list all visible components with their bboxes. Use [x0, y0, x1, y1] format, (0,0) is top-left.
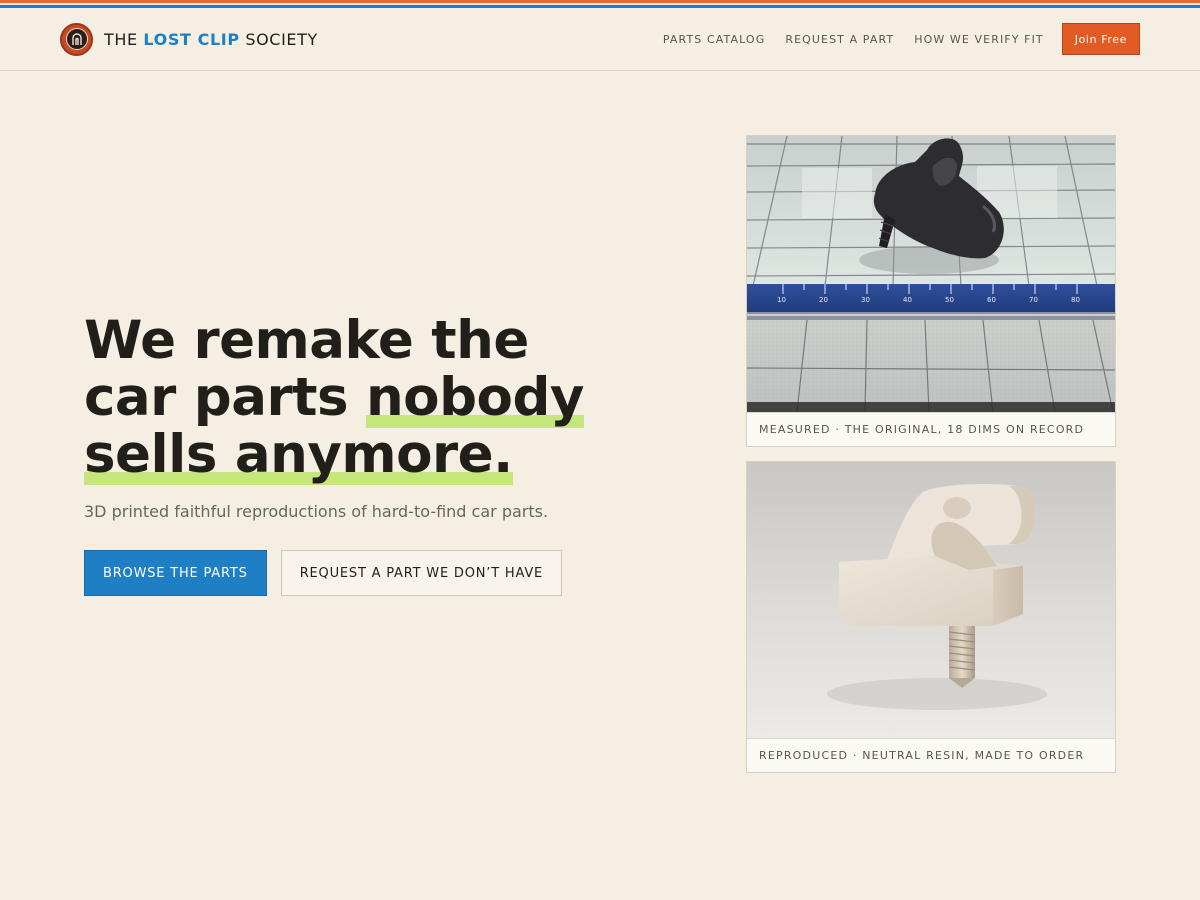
measured-caption: MEASURED · THE ORIGINAL, 18 DIMS ON RECO… [747, 412, 1115, 446]
headline-line-2-text: car parts [84, 367, 366, 428]
headline-line-2: car parts nobody [84, 367, 644, 428]
reproduced-resin-photo [747, 462, 1115, 738]
brand-prefix: THE [104, 29, 144, 49]
top-color-stripe [0, 0, 1200, 8]
brand-wordmark: THE LOST CLIP SOCIETY [104, 30, 318, 49]
nav-parts-catalog[interactable]: PARTS CATALOG [663, 33, 765, 46]
main-nav: PARTS CATALOG REQUEST A PART HOW WE VERI… [663, 23, 1140, 55]
hero-subtitle: 3D printed faithful reproductions of har… [84, 502, 549, 521]
ruler-number-60: 60 [987, 296, 996, 304]
ruler-number-40: 40 [903, 296, 912, 304]
join-free-button[interactable]: Join Free [1061, 23, 1140, 55]
ruler-number-50: 50 [945, 296, 954, 304]
hero-cta-row: BROWSE THE PARTS REQUEST A PART WE DON’T… [84, 550, 644, 596]
hero-headline: We remake the car parts nobody sells any… [84, 310, 644, 485]
request-part-button[interactable]: REQUEST A PART WE DON’T HAVE [280, 550, 563, 596]
clip-emblem-icon [60, 22, 93, 56]
brand-suffix: SOCIETY [239, 29, 318, 49]
ruler-number-30: 30 [861, 296, 870, 304]
ruler-number-10: 10 [777, 296, 786, 304]
browse-parts-button[interactable]: BROWSE THE PARTS [84, 550, 267, 596]
reproduced-photo-card: REPRODUCED · NEUTRAL RESIN, MADE TO ORDE… [746, 461, 1116, 773]
nav-how-we-verify-fit[interactable]: HOW WE VERIFY FIT [914, 33, 1044, 46]
nav-request-a-part[interactable]: REQUEST A PART [785, 33, 894, 46]
headline-highlight-sells-anymore: sells anymore. [84, 424, 513, 485]
measured-photo-card: 10 20 30 40 50 60 70 80 MEASURED · THE O… [746, 135, 1116, 447]
site-header: THE LOST CLIP SOCIETY PARTS CATALOG REQU… [0, 8, 1200, 71]
brand-home-link[interactable]: THE LOST CLIP SOCIETY [60, 22, 318, 56]
reproduced-caption: REPRODUCED · NEUTRAL RESIN, MADE TO ORDE… [747, 738, 1115, 772]
ruler-number-20: 20 [819, 296, 828, 304]
headline-highlight-nobody: nobody [365, 367, 584, 428]
ruler-number-80: 80 [1071, 296, 1080, 304]
headline-line-3: sells anymore. [84, 424, 644, 485]
brand-accent: LOST CLIP [143, 29, 240, 49]
hero-section: We remake the car parts nobody sells any… [84, 312, 644, 596]
measured-original-photo: 10 20 30 40 50 60 70 80 [747, 136, 1115, 412]
headline-line-1: We remake the [84, 310, 529, 371]
ruler-number-70: 70 [1029, 296, 1038, 304]
